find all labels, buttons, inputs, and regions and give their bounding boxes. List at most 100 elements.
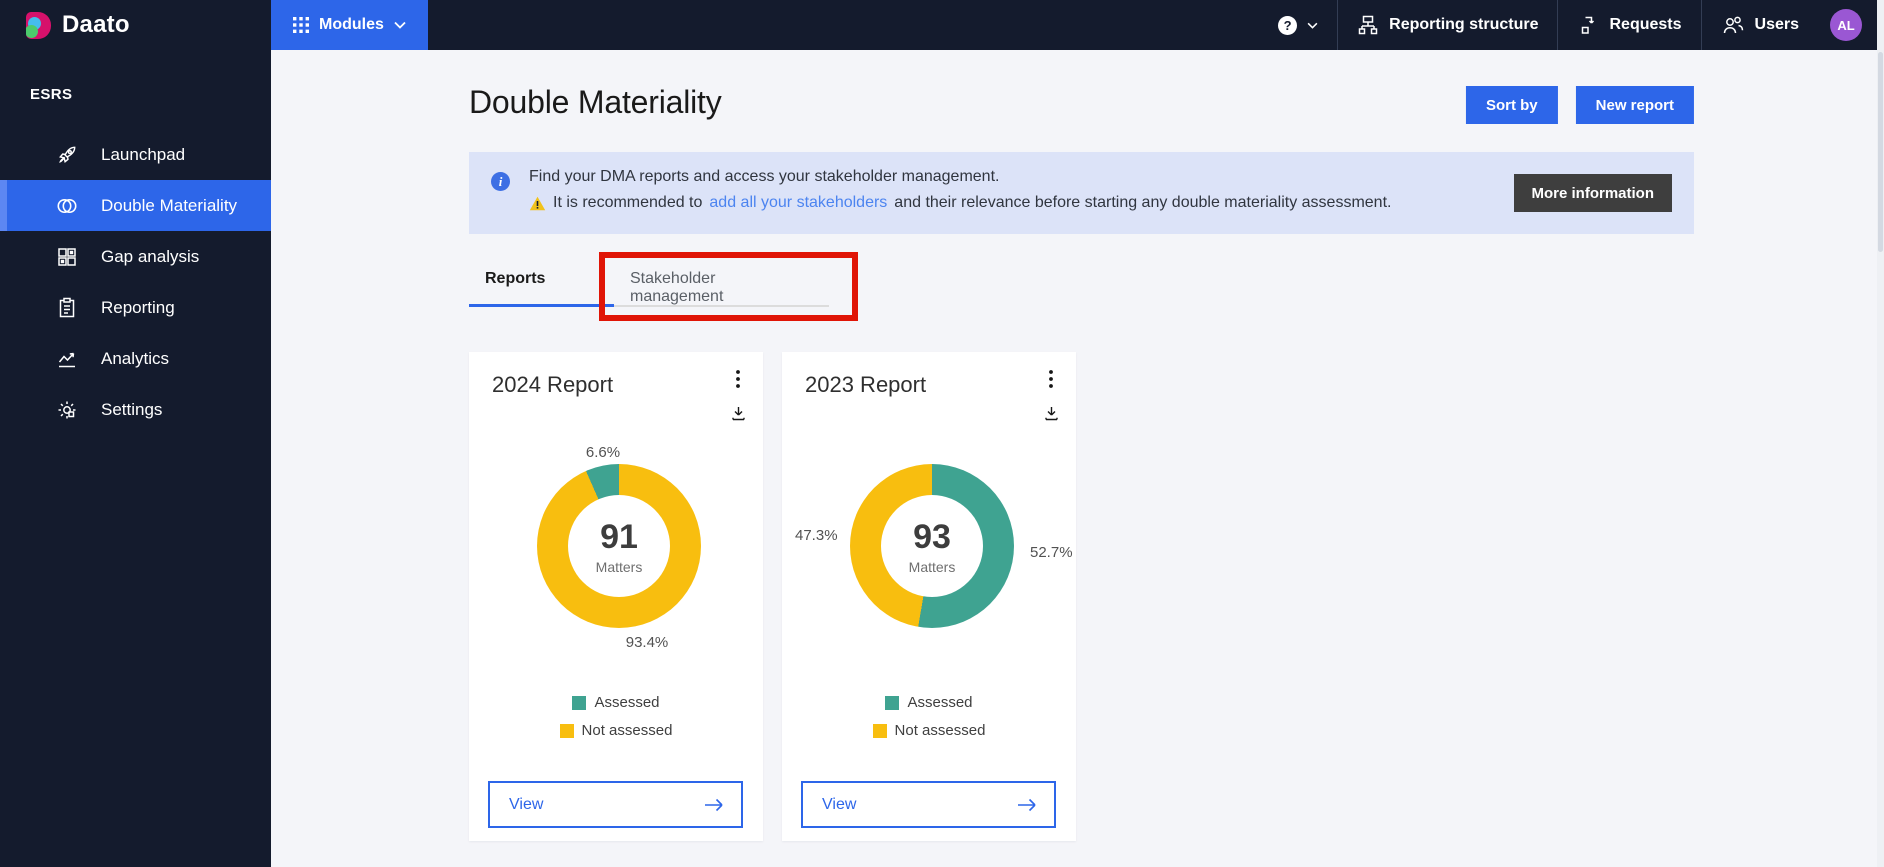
line-chart-icon [55,347,79,371]
donut-center: 91 Matters [568,495,670,597]
main-content: Double Materiality Sort by New report i … [271,50,1884,867]
user-avatar[interactable]: AL [1830,9,1862,41]
download-button[interactable] [725,400,751,426]
arrow-right-icon [703,797,725,813]
report-cards: 2024 Report 91 [469,352,1076,841]
sidebar-item-label: Analytics [101,349,169,369]
sidebar-item-reporting[interactable]: Reporting [0,282,271,333]
banner-line2: It is recommended to add all your stakeh… [529,190,1391,216]
more-information-button[interactable]: More information [1514,174,1673,212]
legend-label: Not assessed [895,722,986,739]
tab-stakeholder-management[interactable]: Stakeholder management [614,258,829,307]
card-title: 2024 Report [492,372,613,398]
donut-unit: Matters [596,559,643,575]
legend-swatch-assessed [885,696,899,710]
slice-label-assessed: 52.7% [1030,544,1073,561]
brand-logo[interactable]: Daato [0,0,271,50]
legend-swatch-not-assessed [873,724,887,738]
legend-swatch-not-assessed [560,724,574,738]
scrollbar-thumb[interactable] [1878,52,1883,252]
banner-text: Find your DMA reports and access your st… [529,164,1391,216]
report-card-2024: 2024 Report 91 [469,352,763,841]
sidebar-item-double-materiality[interactable]: Double Materiality [0,180,271,231]
sidebar-item-analytics[interactable]: Analytics [0,333,271,384]
nav-users-label: Users [1755,16,1799,34]
banner-line1: Find your DMA reports and access your st… [529,164,1391,190]
donut-center: 93 Matters [881,495,983,597]
slice-label-not-assessed: 47.3% [795,527,838,544]
modules-button[interactable]: Modules [271,0,428,50]
sidebar-item-label: Reporting [101,298,175,318]
double-circles-icon [55,194,79,218]
slice-label-assessed: 6.6% [586,444,620,461]
download-icon [730,405,747,422]
nav-users[interactable]: Users [1702,0,1818,50]
sidebar-item-label: Settings [101,400,162,420]
gear-icon [55,398,79,422]
sidebar-item-label: Double Materiality [101,196,237,216]
info-banner: i Find your DMA reports and access your … [469,152,1694,234]
view-report-button[interactable]: View [488,781,743,828]
legend-label: Assessed [907,694,972,711]
card-title: 2023 Report [805,372,926,398]
sidebar-item-label: Launchpad [101,145,185,165]
brand-name: Daato [62,11,130,39]
application-window: Daato Modules ? [0,0,1884,867]
legend-item-not-assessed: Not assessed [873,722,986,739]
navbar-right: ? Reporting structure [1259,0,1884,50]
donut-value: 91 [600,518,638,557]
daato-logo-icon [26,12,51,39]
sidebar-nav: Launchpad Double Materiality [0,129,271,435]
legend-swatch-assessed [572,696,586,710]
chevron-down-icon [1307,22,1318,29]
warning-icon [529,196,546,211]
sidebar: ESRS Launchpad [0,50,271,867]
requests-icon [1577,14,1599,36]
page-actions: Sort by New report [1466,86,1694,124]
donut-value: 93 [913,518,951,557]
kebab-menu-button[interactable] [725,366,751,392]
help-icon: ? [1278,16,1297,35]
legend-item-assessed: Assessed [572,694,659,711]
help-button[interactable]: ? [1259,0,1337,50]
page-title: Double Materiality [469,84,722,121]
tab-bar: Reports Stakeholder management [469,258,829,307]
nav-reporting-structure[interactable]: Reporting structure [1338,0,1557,50]
new-report-button[interactable]: New report [1576,86,1694,124]
donut-chart-2023: 93 Matters [850,464,1014,628]
donut-chart-2024: 91 Matters [537,464,701,628]
nav-reporting-structure-label: Reporting structure [1389,16,1538,34]
grid-icon [293,17,309,33]
chevron-down-icon [394,21,406,29]
chart-legend: Assessed Not assessed [782,694,1076,739]
sidebar-item-label: Gap analysis [101,247,199,267]
legend-label: Assessed [594,694,659,711]
download-button[interactable] [1038,400,1064,426]
sort-by-button[interactable]: Sort by [1466,86,1558,124]
legend-label: Not assessed [582,722,673,739]
chart-legend: Assessed Not assessed [469,694,763,739]
view-label: View [822,796,856,814]
nav-requests-label: Requests [1609,16,1681,34]
sidebar-item-settings[interactable]: Settings [0,384,271,435]
users-icon [1721,14,1745,36]
report-card-2023: 2023 Report 93 [782,352,1076,841]
rocket-icon [55,143,79,167]
tab-reports[interactable]: Reports [469,258,614,307]
download-icon [1043,405,1060,422]
sidebar-item-gap-analysis[interactable]: Gap analysis [0,231,271,282]
kebab-icon [1049,370,1053,388]
legend-item-not-assessed: Not assessed [560,722,673,739]
scrollbar[interactable] [1877,0,1884,867]
kebab-menu-button[interactable] [1038,366,1064,392]
sidebar-section-title: ESRS [0,50,271,103]
nav-requests[interactable]: Requests [1558,0,1700,50]
kebab-icon [736,370,740,388]
clipboard-icon [55,296,79,320]
banner-line2-prefix: It is recommended to [553,190,702,216]
org-chart-icon [1357,14,1379,36]
view-report-button[interactable]: View [801,781,1056,828]
add-stakeholders-link[interactable]: add all your stakeholders [709,190,887,216]
top-navbar: Daato Modules ? [0,0,1884,50]
sidebar-item-launchpad[interactable]: Launchpad [0,129,271,180]
